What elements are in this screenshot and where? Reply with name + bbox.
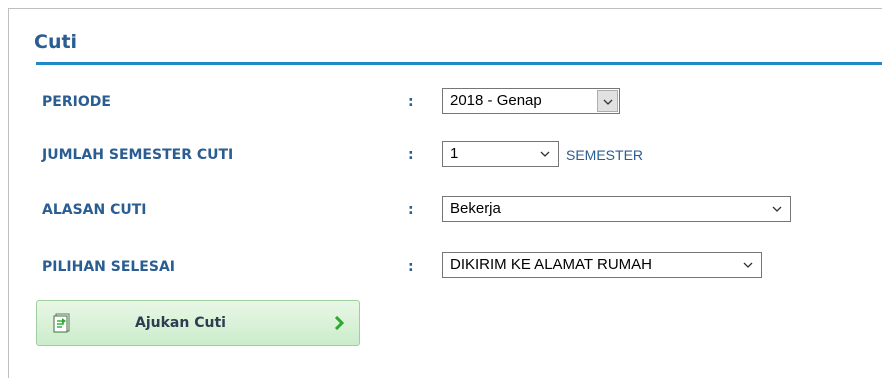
chevron-down-icon <box>603 99 613 105</box>
title-divider <box>36 62 882 65</box>
alasan-cuti-colon: : <box>408 202 414 218</box>
ajukan-cuti-button[interactable]: Ajukan Cuti <box>36 300 360 346</box>
semester-unit-label: SEMESTER <box>566 147 644 163</box>
jumlah-semester-colon: : <box>408 147 414 163</box>
pilihan-selesai-colon: : <box>408 259 414 275</box>
periode-value: 2018 - Genap <box>450 92 542 109</box>
alasan-cuti-value: Bekerja <box>450 200 501 217</box>
alasan-cuti-label: ALASAN CUTI <box>42 202 147 218</box>
ajukan-cuti-label: Ajukan Cuti <box>135 315 226 331</box>
pilihan-selesai-value: DIKIRIM KE ALAMAT RUMAH <box>450 256 652 273</box>
periode-colon: : <box>408 94 414 110</box>
periode-dropdown-button[interactable] <box>597 90 618 112</box>
page-title: Cuti <box>34 31 78 53</box>
chevron-down-icon <box>743 262 753 268</box>
document-icon <box>53 313 70 333</box>
chevron-down-icon <box>540 151 550 157</box>
jumlah-semester-select[interactable]: 1 <box>442 141 559 167</box>
chevron-right-icon <box>334 316 344 330</box>
chevron-down-icon <box>772 206 782 212</box>
periode-select[interactable]: 2018 - Genap <box>442 88 620 114</box>
pilihan-selesai-select[interactable]: DIKIRIM KE ALAMAT RUMAH <box>442 252 762 278</box>
jumlah-semester-label: JUMLAH SEMESTER CUTI <box>42 147 234 163</box>
jumlah-semester-value: 1 <box>450 145 459 162</box>
alasan-cuti-select[interactable]: Bekerja <box>442 196 791 222</box>
periode-label: PERIODE <box>42 94 111 110</box>
pilihan-selesai-label: PILIHAN SELESAI <box>42 259 175 275</box>
